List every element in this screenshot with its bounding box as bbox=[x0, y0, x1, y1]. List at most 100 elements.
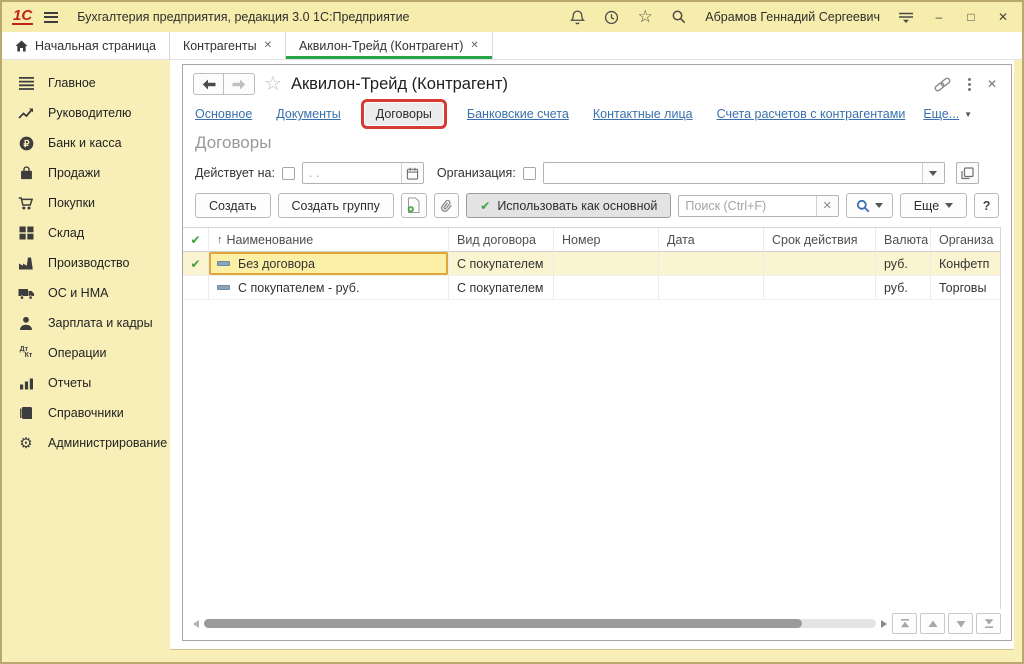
sections-sidebar: Главное Руководителю ₽ Банк и касса Прод… bbox=[2, 60, 170, 662]
sidebar-item-warehouse[interactable]: Склад bbox=[2, 218, 170, 248]
add-to-favorites-star-icon[interactable]: ☆ bbox=[264, 74, 282, 94]
go-to-first-button[interactable] bbox=[892, 613, 917, 634]
sidebar-item-label: Главное bbox=[48, 76, 96, 90]
history-button[interactable] bbox=[601, 7, 621, 27]
sidebar-item-label: Склад bbox=[48, 226, 84, 240]
go-next-button[interactable] bbox=[948, 613, 973, 634]
scroll-right-button[interactable] bbox=[881, 620, 887, 628]
row-organization-cell: Торговы bbox=[931, 276, 1000, 299]
organization-checkbox[interactable] bbox=[523, 167, 536, 180]
column-header-name[interactable]: ↑Наименование bbox=[209, 228, 449, 252]
service-menu-button[interactable] bbox=[896, 7, 916, 27]
search-settings-button[interactable] bbox=[846, 193, 893, 218]
table-row[interactable]: ✔ Без договора С покупателем руб. Конфет… bbox=[183, 252, 1000, 276]
search-input[interactable] bbox=[679, 196, 815, 216]
minimize-button[interactable]: – bbox=[930, 10, 948, 24]
back-button[interactable] bbox=[193, 73, 224, 95]
scroll-left-button[interactable] bbox=[193, 620, 199, 628]
sidebar-item-directories[interactable]: Справочники bbox=[2, 398, 170, 428]
1c-logo-icon: 1С bbox=[12, 9, 33, 25]
close-window-button[interactable]: ✕ bbox=[994, 10, 1012, 24]
more-actions-button[interactable]: Еще bbox=[900, 193, 967, 218]
service-menu-icon bbox=[898, 10, 914, 24]
sidebar-item-label: ОС и НМА bbox=[48, 286, 108, 300]
main-menu-button[interactable] bbox=[41, 8, 61, 27]
maximize-button[interactable]: □ bbox=[962, 10, 980, 24]
favorites-button[interactable]: ☆ bbox=[635, 7, 655, 27]
sidebar-item-reports[interactable]: Отчеты bbox=[2, 368, 170, 398]
sidebar-item-purchases[interactable]: Покупки bbox=[2, 188, 170, 218]
close-tab-icon[interactable]: ✕ bbox=[264, 41, 272, 51]
close-form-button[interactable]: ✕ bbox=[987, 77, 997, 91]
column-header-number[interactable]: Номер bbox=[554, 228, 659, 252]
create-group-button[interactable]: Создать группу bbox=[278, 193, 394, 218]
calendar-picker-button[interactable] bbox=[401, 163, 423, 183]
column-header-term[interactable]: Срок действия bbox=[764, 228, 876, 252]
organization-combo-field bbox=[543, 162, 945, 184]
nav-link-bank-accounts[interactable]: Банковские счета bbox=[467, 107, 569, 121]
sidebar-item-salary-hr[interactable]: Зарплата и кадры bbox=[2, 308, 170, 338]
sort-asc-icon: ↑ bbox=[217, 234, 223, 246]
tab-counterparties[interactable]: Контрагенты ✕ bbox=[170, 32, 286, 59]
column-header-organization[interactable]: Организа bbox=[931, 228, 1000, 252]
tab-counterparty-card[interactable]: Аквилон-Трейд (Контрагент) ✕ bbox=[286, 32, 493, 59]
column-header-kind[interactable]: Вид договора bbox=[449, 228, 554, 252]
column-header-currency[interactable]: Валюта bbox=[876, 228, 931, 252]
tab-label: Начальная страница bbox=[35, 39, 156, 53]
more-commands-button[interactable] bbox=[968, 78, 971, 91]
sidebar-item-bank-cash[interactable]: ₽ Банк и касса bbox=[2, 128, 170, 158]
tab-home[interactable]: Начальная страница bbox=[2, 32, 170, 59]
nav-link-more[interactable]: Еще...▼ bbox=[923, 107, 972, 121]
table-header-row: ✔ ↑Наименование Вид договора Номер Дата … bbox=[183, 228, 1000, 252]
check-icon: ✔ bbox=[190, 233, 200, 247]
table-row[interactable]: С покупателем - руб. С покупателем руб. … bbox=[183, 276, 1000, 300]
sidebar-item-manager[interactable]: Руководителю bbox=[2, 98, 170, 128]
sidebar-item-label: Справочники bbox=[48, 406, 124, 420]
go-to-last-button[interactable] bbox=[976, 613, 1001, 634]
open-windows-tab-bar: Начальная страница Контрагенты ✕ Аквилон… bbox=[2, 32, 1022, 60]
organization-label: Организация: bbox=[437, 166, 516, 180]
row-number-cell bbox=[554, 276, 659, 299]
nav-link-documents[interactable]: Документы bbox=[276, 107, 340, 121]
current-user-name[interactable]: Абрамов Геннадий Сергеевич bbox=[705, 10, 880, 24]
help-button[interactable]: ? bbox=[974, 193, 999, 218]
sidebar-item-operations[interactable]: ДтКт Операции bbox=[2, 338, 170, 368]
sidebar-item-production[interactable]: Производство bbox=[2, 248, 170, 278]
date-input[interactable] bbox=[303, 163, 401, 183]
get-link-button[interactable] bbox=[933, 77, 952, 92]
organization-input[interactable] bbox=[544, 163, 922, 183]
row-currency-cell: руб. bbox=[876, 252, 931, 275]
nav-link-contact-persons[interactable]: Контактные лица bbox=[593, 107, 693, 121]
create-button[interactable]: Создать bbox=[195, 193, 271, 218]
forward-button[interactable] bbox=[224, 73, 255, 95]
person-icon bbox=[17, 316, 35, 331]
selection-column-header[interactable]: ✔ bbox=[183, 228, 209, 252]
nav-link-settlement-accounts[interactable]: Счета расчетов с контрагентами bbox=[717, 107, 906, 121]
notifications-button[interactable] bbox=[567, 7, 587, 27]
nav-link-contracts[interactable]: Договоры bbox=[365, 103, 443, 125]
sidebar-item-main[interactable]: Главное bbox=[2, 68, 170, 98]
attachments-button[interactable] bbox=[434, 193, 460, 218]
close-tab-icon[interactable]: ✕ bbox=[470, 41, 478, 51]
organization-dropdown-button[interactable] bbox=[922, 163, 944, 183]
sidebar-item-fixed-assets[interactable]: ОС и НМА bbox=[2, 278, 170, 308]
copy-document-icon bbox=[406, 197, 421, 214]
contract-item-icon bbox=[217, 285, 230, 290]
bell-icon bbox=[569, 9, 586, 26]
go-previous-button[interactable] bbox=[920, 613, 945, 634]
sidebar-item-sales[interactable]: Продажи bbox=[2, 158, 170, 188]
clear-search-button[interactable]: ✕ bbox=[816, 196, 838, 216]
create-by-copy-button[interactable] bbox=[401, 193, 427, 218]
sidebar-item-administration[interactable]: ⚙ Администрирование bbox=[2, 428, 170, 458]
column-header-date[interactable]: Дата bbox=[659, 228, 764, 252]
organization-choose-button[interactable] bbox=[956, 162, 979, 184]
row-name-cell: Без договора bbox=[209, 252, 449, 275]
form-title: Аквилон-Трейд (Контрагент) bbox=[291, 75, 508, 94]
acts-on-checkbox[interactable] bbox=[282, 167, 295, 180]
horizontal-scrollbar[interactable] bbox=[204, 619, 876, 628]
global-search-button[interactable] bbox=[669, 7, 689, 27]
nav-link-main[interactable]: Основное bbox=[195, 107, 252, 121]
arrow-left-icon bbox=[202, 79, 216, 90]
scrollbar-thumb[interactable] bbox=[204, 619, 802, 628]
use-as-main-button[interactable]: ✔ Использовать как основной bbox=[466, 193, 671, 218]
